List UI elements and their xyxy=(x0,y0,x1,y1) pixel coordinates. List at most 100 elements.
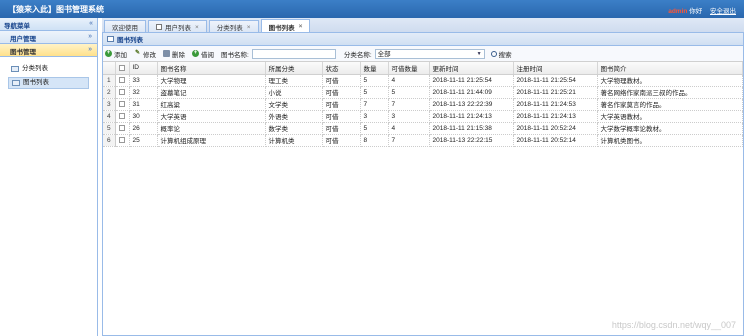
sidebar-group-label: 用户管理 xyxy=(10,36,36,43)
row-number: 3 xyxy=(103,98,116,111)
column-header[interactable]: 更新时间 xyxy=(429,62,514,75)
row-checkbox-cell[interactable] xyxy=(115,86,130,99)
list-icon xyxy=(12,80,20,86)
table-row[interactable]: 4 30 大学英语 外语类 可借 3 3 2018-11-11 21:24:13 2018-11… xyxy=(103,110,743,123)
column-header[interactable]: ID xyxy=(129,62,158,75)
page-icon xyxy=(156,24,162,30)
row-checkbox[interactable] xyxy=(118,112,125,119)
table-cell: 红高粱 xyxy=(157,98,266,111)
table-cell: 大学英语 xyxy=(157,110,266,123)
table-cell: 2018-11-13 22:22:39 xyxy=(429,98,514,111)
sidebar-item-book-list[interactable]: 图书列表 xyxy=(8,77,89,89)
search-icon xyxy=(490,50,497,57)
grid-icon xyxy=(107,36,114,42)
column-header[interactable]: 注册时间 xyxy=(513,62,598,75)
greeting: 你好 xyxy=(689,8,703,15)
row-checkbox[interactable] xyxy=(118,136,125,143)
tab-welcome[interactable]: 欢迎使用 xyxy=(104,20,146,32)
table-cell: 5 xyxy=(360,74,389,87)
edit-button[interactable]: ✎ 修改 xyxy=(134,49,156,59)
row-checkbox[interactable] xyxy=(118,88,125,95)
tab-user-list[interactable]: 用户列表 × xyxy=(148,20,207,32)
table-cell: 可借 xyxy=(322,98,361,111)
row-checkbox-cell[interactable] xyxy=(115,110,130,123)
select-all-checkbox[interactable] xyxy=(118,64,125,71)
borrow-label: 借阅 xyxy=(201,51,214,59)
table-header-row: ID 图书名称 所属分类 状态 数量 可借数量 更新时间 注册时间 图书简介 xyxy=(103,62,743,75)
user-area: admin 你好 安全退出 xyxy=(668,5,736,15)
column-header[interactable]: 所属分类 xyxy=(265,62,323,75)
tab-book-list[interactable]: 图书列表 × xyxy=(260,19,311,32)
category-select[interactable]: 全部 ▼ xyxy=(374,48,485,59)
sidebar-group-label: 图书管理 xyxy=(10,49,36,56)
row-checkbox-cell[interactable] xyxy=(115,74,130,87)
table-cell: 2018-11-11 21:25:21 xyxy=(513,86,598,99)
search-button[interactable]: 搜索 xyxy=(490,49,512,59)
row-checkbox-cell[interactable] xyxy=(115,122,130,135)
close-icon[interactable]: × xyxy=(195,24,199,31)
table-cell: 33 xyxy=(129,74,158,87)
close-icon[interactable]: × xyxy=(247,24,251,31)
table-cell: 大学英语教材。 xyxy=(597,110,743,123)
sidebar-title: 导航菜单 xyxy=(4,23,30,30)
close-icon[interactable]: × xyxy=(299,23,303,30)
table-row[interactable]: 2 32 盗墓笔记 小说 可借 5 5 2018-11-11 21:44:09 2018-11-… xyxy=(103,86,743,99)
table-cell: 计算机类 xyxy=(265,134,323,147)
table-row[interactable]: 5 26 概率论 数学类 可借 5 4 2018-11-11 21:15:38 2018-11-… xyxy=(103,122,743,135)
app-title: 【猿来入此】图书管理系统 xyxy=(8,5,104,14)
table-cell: 2018-11-11 20:52:14 xyxy=(513,134,598,147)
table-cell: 3 xyxy=(360,110,389,123)
book-name-input[interactable] xyxy=(251,48,336,59)
main-area: 欢迎使用 用户列表 × 分类列表 × 图书列表 × 图书列表 + 添加 ✎ 修改… xyxy=(102,18,744,336)
row-checkbox[interactable] xyxy=(118,76,125,83)
row-checkbox-cell[interactable] xyxy=(115,98,130,111)
sidebar-item-category-list[interactable]: 分类列表 xyxy=(8,63,89,75)
table-row[interactable]: 6 25 计算机组成原理 计算机类 可借 8 7 2018-11-13 22:22:15 201… xyxy=(103,134,743,147)
table-cell: 7 xyxy=(388,134,430,147)
select-all-header[interactable] xyxy=(115,62,130,75)
table-cell: 可借 xyxy=(322,110,361,123)
column-header[interactable]: 可借数量 xyxy=(388,62,430,75)
logout-link[interactable]: 安全退出 xyxy=(710,8,736,15)
column-header[interactable]: 图书简介 xyxy=(597,62,743,75)
table-cell: 3 xyxy=(388,110,430,123)
expand-icon[interactable]: » xyxy=(88,33,92,40)
table-cell: 8 xyxy=(360,134,389,147)
column-header[interactable]: 数量 xyxy=(360,62,389,75)
table-cell: 理工类 xyxy=(265,74,323,87)
collapse-up-icon[interactable]: » xyxy=(88,46,92,53)
add-icon: + xyxy=(192,50,199,57)
table-cell: 2018-11-13 22:22:15 xyxy=(429,134,514,147)
tab-content: 图书列表 + 添加 ✎ 修改 删除 + 借阅 图书名称: 分类名称: 全部 ▼ … xyxy=(102,33,744,336)
tab-category-list[interactable]: 分类列表 × xyxy=(208,20,259,32)
table-cell: 著名作家莫言的作品。 xyxy=(597,98,743,111)
rownum-header xyxy=(103,62,116,75)
table-row[interactable]: 1 33 大学物理 理工类 可借 5 4 2018-11-11 21:25:54 2018-11… xyxy=(103,74,743,87)
add-button[interactable]: + 添加 xyxy=(105,49,127,59)
row-checkbox[interactable] xyxy=(118,100,125,107)
table-row[interactable]: 3 31 红高粱 文学类 可借 7 7 2018-11-13 22:22:39 2018-11-… xyxy=(103,98,743,111)
sidebar-group-books[interactable]: 图书管理 » xyxy=(0,44,97,57)
collapse-icon[interactable]: « xyxy=(89,20,93,27)
borrow-button[interactable]: + 借阅 xyxy=(192,49,214,59)
column-header[interactable]: 状态 xyxy=(322,62,361,75)
tab-label: 欢迎使用 xyxy=(112,25,138,32)
category-select-value: 全部 xyxy=(377,50,391,58)
chevron-down-icon[interactable]: ▼ xyxy=(476,51,483,58)
table-cell: 32 xyxy=(129,86,158,99)
table-cell: 2018-11-11 21:24:13 xyxy=(513,110,598,123)
table-cell: 2018-11-11 21:44:09 xyxy=(429,86,514,99)
column-header[interactable]: 图书名称 xyxy=(157,62,266,75)
table-cell: 大学物理 xyxy=(157,74,266,87)
search-label: 搜索 xyxy=(498,51,512,59)
sidebar: 导航菜单 « 用户管理 » 图书管理 » 分类列表 图书列表 xyxy=(0,18,98,336)
category-label: 分类名称: xyxy=(343,51,372,59)
sidebar-group-users[interactable]: 用户管理 » xyxy=(0,31,97,44)
table-cell: 2018-11-11 21:25:54 xyxy=(513,74,598,87)
row-checkbox-cell[interactable] xyxy=(115,134,130,147)
table-cell: 4 xyxy=(388,122,430,135)
trash-icon xyxy=(163,50,170,57)
row-checkbox[interactable] xyxy=(118,124,125,131)
table-cell: 计算机类图书。 xyxy=(597,134,743,147)
delete-button[interactable]: 删除 xyxy=(163,49,185,59)
